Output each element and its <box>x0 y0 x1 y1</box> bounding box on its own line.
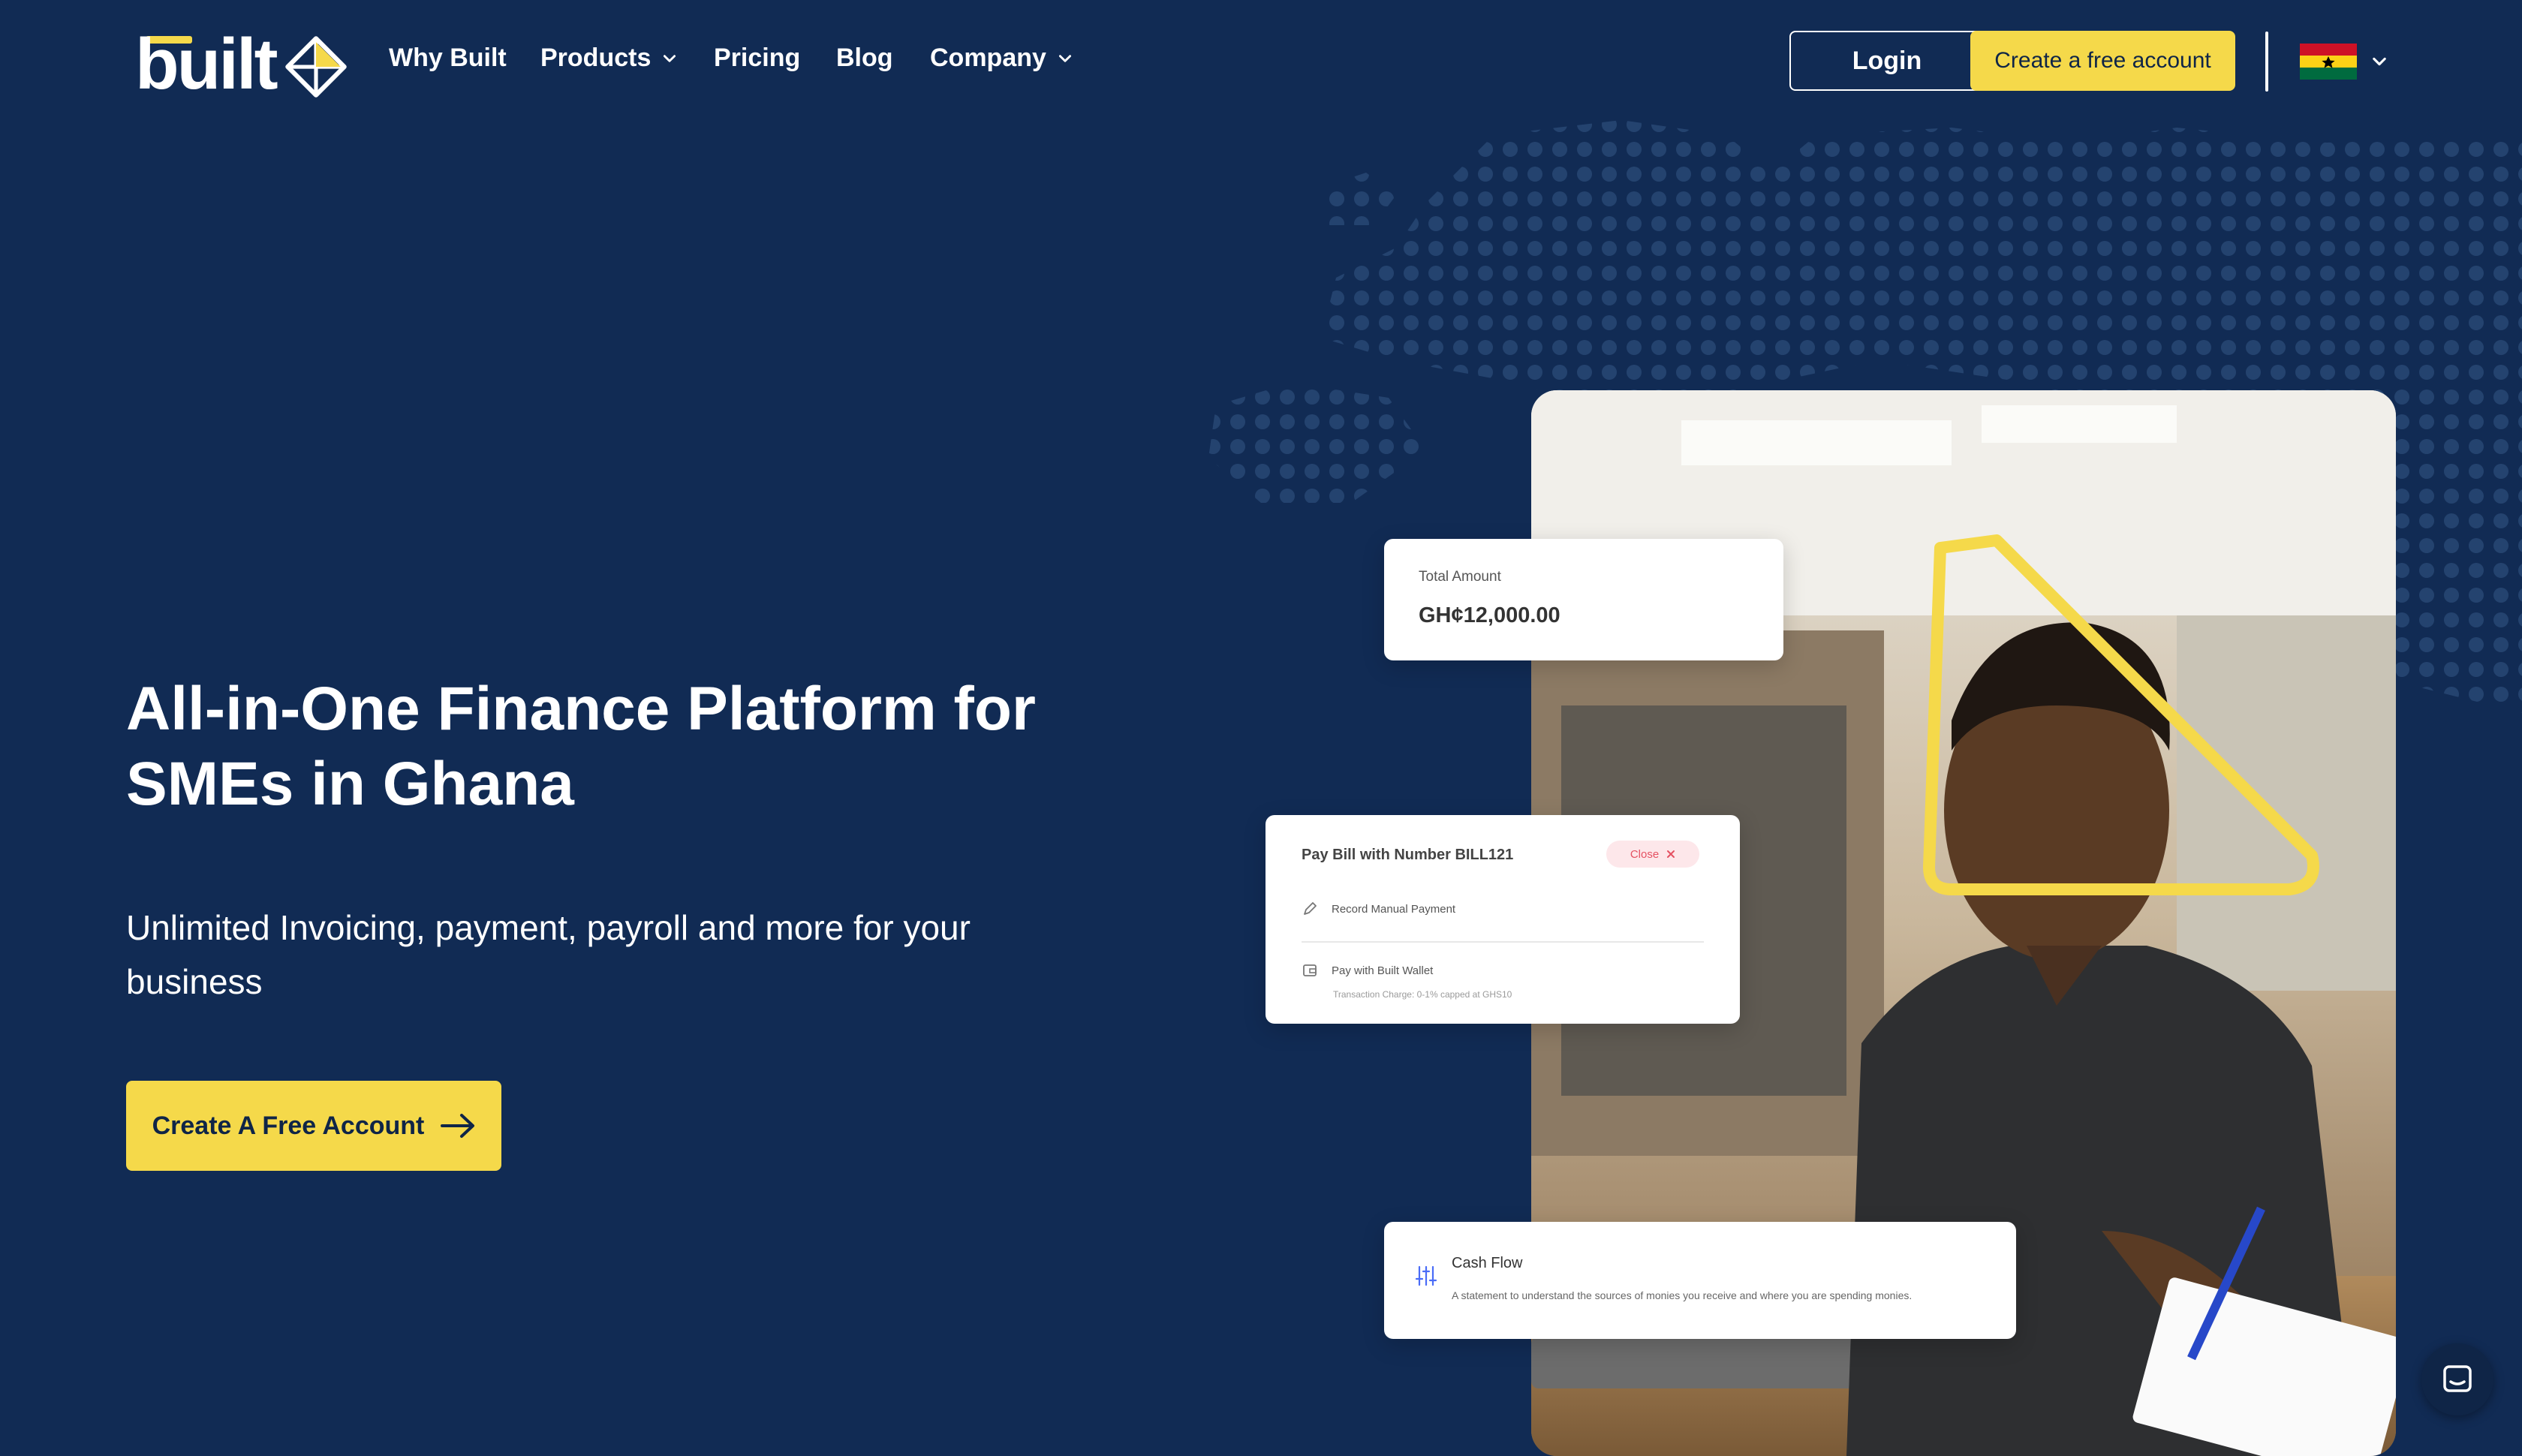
nav-company-label: Company <box>930 44 1046 72</box>
built-logo[interactable]: built <box>135 29 347 101</box>
hero-title: All-in-One Finance Platform for SMEs in … <box>126 675 1036 818</box>
nav-pricing[interactable]: Pricing <box>714 44 800 73</box>
nav-pricing-label: Pricing <box>714 44 801 72</box>
top-nav: built Why Built Products Pricing Blog Co… <box>0 0 2522 124</box>
nav-company[interactable]: Company <box>930 44 1073 73</box>
chat-launcher-button[interactable] <box>2421 1343 2493 1415</box>
nav-why-built[interactable]: Why Built <box>389 44 507 73</box>
pay-bill-card: Pay Bill with Number BILL121 Close Recor… <box>1266 815 1740 1024</box>
chevron-down-icon <box>1058 54 1071 62</box>
cash-flow-description: A statement to understand the sources of… <box>1452 1289 1913 1301</box>
pay-with-wallet-option[interactable]: Pay with Built Wallet <box>1302 962 1433 979</box>
record-manual-payment-label: Record Manual Payment <box>1332 902 1456 916</box>
create-free-account-button[interactable]: Create A Free Account <box>126 1081 501 1171</box>
close-icon <box>1667 850 1675 858</box>
logo-mark-icon <box>285 36 347 98</box>
sliders-icon <box>1415 1265 1437 1286</box>
total-amount-card: Total Amount GH¢12,000.00 <box>1384 539 1783 660</box>
close-label: Close <box>1630 847 1660 861</box>
nav-products-label: Products <box>540 44 652 72</box>
record-manual-payment-option[interactable]: Record Manual Payment <box>1302 901 1455 917</box>
wallet-icon <box>1303 964 1317 976</box>
nav-products[interactable]: Products <box>540 44 678 73</box>
chat-icon <box>2443 1365 2472 1392</box>
nav-why-built-label: Why Built <box>389 44 507 72</box>
chevron-down-icon <box>664 54 676 62</box>
pencil-icon <box>1304 902 1317 915</box>
cta-label: Create A Free Account <box>152 1111 425 1140</box>
hero-subtitle: Unlimited Invoicing, payment, payroll an… <box>126 908 971 1001</box>
nav-blog-label: Blog <box>836 44 893 72</box>
total-amount-value: GH¢12,000.00 <box>1419 603 1560 627</box>
ghana-flag-icon[interactable] <box>2300 44 2357 80</box>
nav-divider <box>2265 32 2268 92</box>
pay-with-wallet-label: Pay with Built Wallet <box>1332 964 1434 977</box>
create-account-nav-button[interactable]: Create a free account <box>1970 31 2235 91</box>
total-amount-label: Total Amount <box>1419 569 1501 585</box>
cash-flow-title: Cash Flow <box>1452 1255 1523 1271</box>
language-chevron-down-icon[interactable] <box>2370 53 2388 71</box>
transaction-charge-note: Transaction Charge: 0-1% capped at GHS10 <box>1333 989 1512 1000</box>
divider <box>1302 941 1704 943</box>
cash-flow-card: Cash Flow A statement to understand the … <box>1384 1222 2016 1339</box>
logo-wordmark: built <box>135 24 278 104</box>
arrow-right-icon <box>441 1114 475 1138</box>
login-button[interactable]: Login <box>1789 31 1985 91</box>
close-button[interactable]: Close <box>1606 841 1699 868</box>
nav-blog[interactable]: Blog <box>836 44 893 73</box>
pay-bill-title: Pay Bill with Number BILL121 <box>1302 847 1514 863</box>
